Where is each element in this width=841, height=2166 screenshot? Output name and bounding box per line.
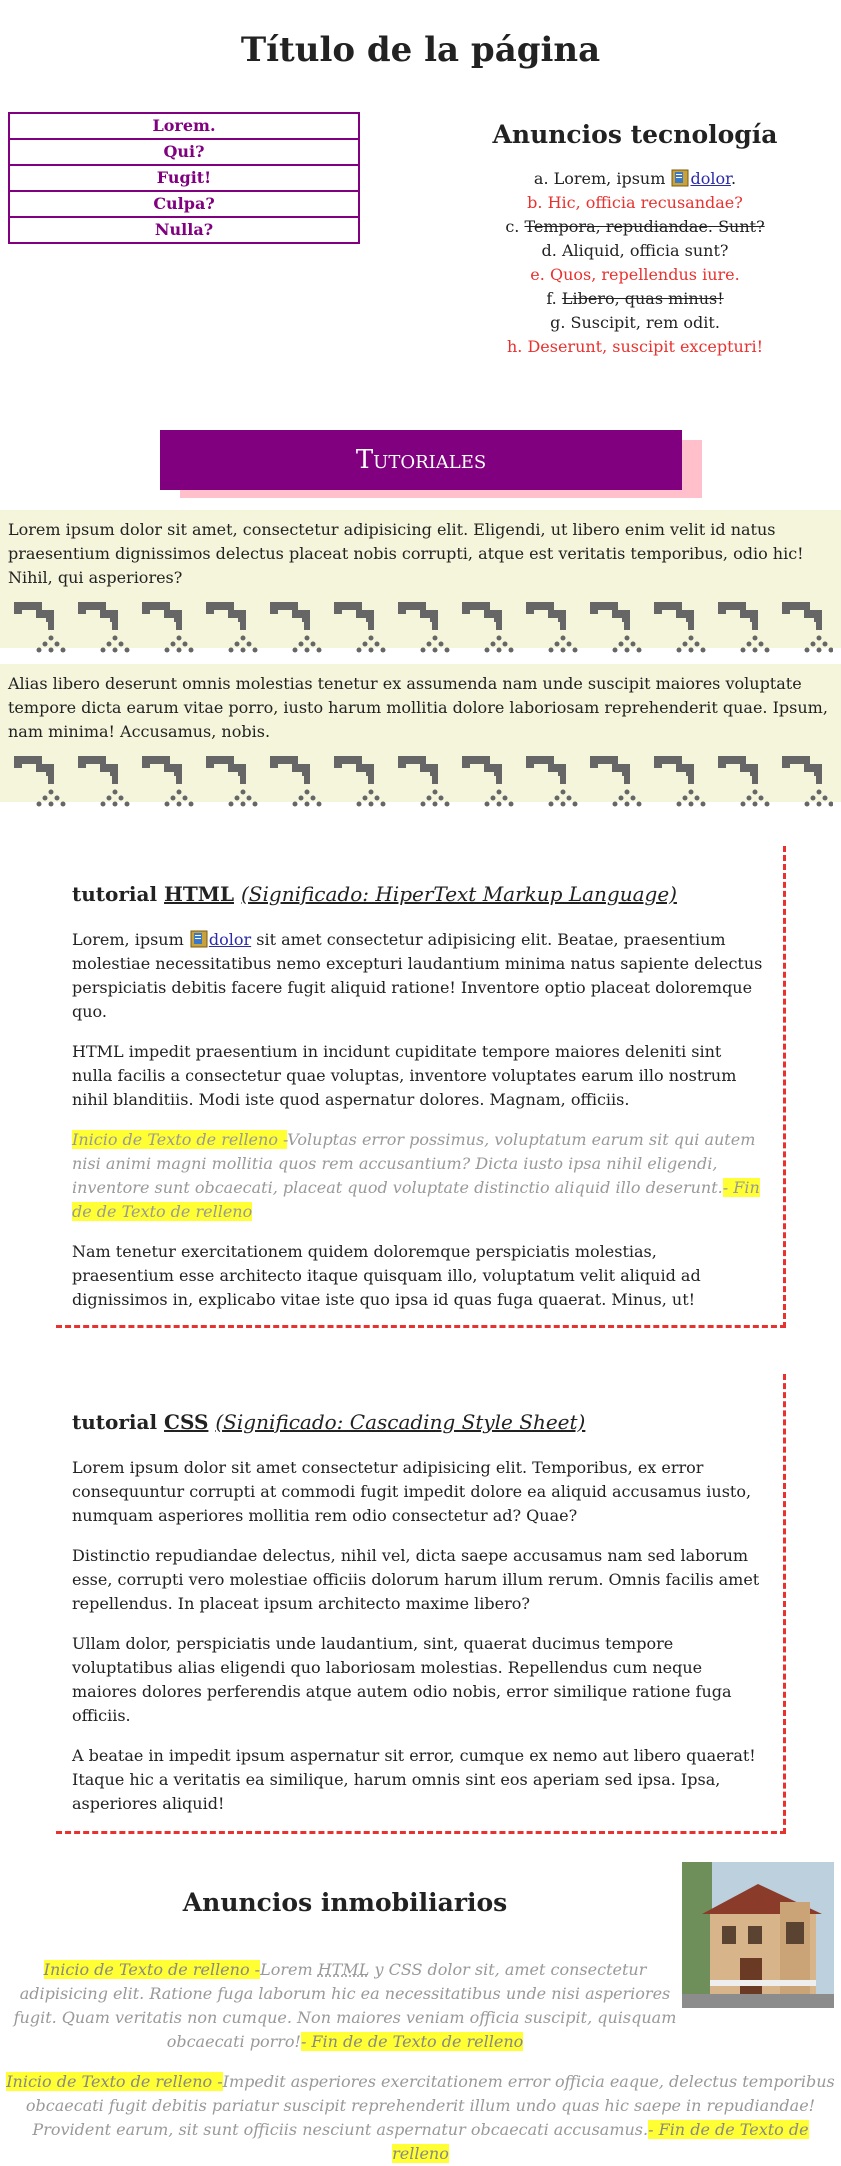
css-p3: Ullam dolor, perspiciatis unde laudantiu… — [72, 1634, 732, 1725]
css-p1: Lorem ipsum dolor sit amet consectetur a… — [72, 1458, 752, 1525]
css-abbr: CSS — [164, 1410, 209, 1434]
inmob-p2: Inicio de Texto de relleno -Impedit aspe… — [6, 2072, 835, 2163]
css-p4: A beatae in impedit ipsum aspernatur sit… — [72, 1746, 756, 1813]
page-title: Título de la página — [240, 30, 601, 70]
html-p1-link[interactable]: dolor — [209, 930, 251, 949]
inmob-p1: Inicio de Texto de relleno -Lorem HTML y… — [13, 1960, 677, 2051]
beige-block-2: Alias libero deserunt omnis molestias te… — [0, 664, 841, 812]
faucet-icon-row — [8, 746, 833, 812]
inmob-html-abbr: HTML — [317, 1960, 370, 1979]
tech-item-e: e. Quos, repellendus iure. — [530, 265, 740, 284]
nav-item-lorem[interactable]: Lorem. — [8, 112, 360, 140]
tech-ads-list: a. Lorem, ipsum dolor. b. Hic, officia r… — [430, 167, 840, 359]
tutoriales-banner: Tutoriales — [160, 430, 682, 490]
html-p1: Lorem, ipsum dolor sit amet consectetur … — [72, 929, 763, 1021]
nav-item-culpa[interactable]: Culpa? — [8, 190, 360, 218]
beige-block-1: Lorem ipsum dolor sit amet, consectetur … — [0, 510, 841, 658]
tech-ads-title: Anuncios tecnología — [492, 120, 778, 149]
html-abbr: HTML — [164, 882, 235, 906]
css-p2: Distinctio repudiandae delectus, nihil v… — [72, 1546, 760, 1613]
house-image — [682, 1862, 834, 2008]
nav-menu: Lorem. Qui? Fugit! Culpa? Nulla? — [8, 112, 360, 244]
html-p3-filler: Inicio de Texto de relleno -Voluptas err… — [72, 1130, 760, 1221]
tech-item-a-link[interactable]: dolor — [690, 169, 731, 188]
tech-item-d: d. Aliquid, officia sunt? — [541, 241, 729, 260]
tech-item-g: g. Suscipit, rem odit. — [550, 313, 720, 332]
css-tutorial-title: tutorial CSS (Significado: Cascading Sty… — [72, 1410, 586, 1434]
document-icon — [189, 929, 209, 949]
html-tutorial: tutorial HTML (Significado: HiperText Ma… — [56, 846, 786, 1328]
beige-text-1: Lorem ipsum dolor sit amet, consectetur … — [8, 520, 804, 587]
tech-ads: Anuncios tecnología a. Lorem, ipsum dolo… — [430, 120, 840, 359]
html-p4: Nam tenetur exercitationem quidem dolore… — [72, 1242, 701, 1309]
document-icon — [670, 168, 690, 188]
faucet-icon-row — [8, 592, 833, 658]
tech-item-f: f. Libero, quas minus! — [546, 289, 724, 308]
tech-item-a: a. Lorem, ipsum dolor. — [533, 168, 737, 188]
nav-item-qui[interactable]: Qui? — [8, 138, 360, 166]
tech-item-b: b. Hic, officia recusandae? — [527, 193, 743, 212]
css-tutorial: tutorial CSS (Significado: Cascading Sty… — [56, 1374, 786, 1834]
nav-item-nulla[interactable]: Nulla? — [8, 216, 360, 244]
nav-item-fugit[interactable]: Fugit! — [8, 164, 360, 192]
inmob-ads-title: Anuncios inmobiliarios — [182, 1888, 508, 1917]
beige-text-2: Alias libero deserunt omnis molestias te… — [8, 674, 828, 741]
html-p2: HTML impedit praesentium in incidunt cup… — [72, 1042, 737, 1109]
tech-item-h: h. Deserunt, suscipit excepturi! — [506, 337, 764, 356]
tech-item-c: c. Tempora, repudiandae. Sunt? — [505, 217, 765, 236]
html-tutorial-title: tutorial HTML (Significado: HiperText Ma… — [72, 882, 677, 906]
